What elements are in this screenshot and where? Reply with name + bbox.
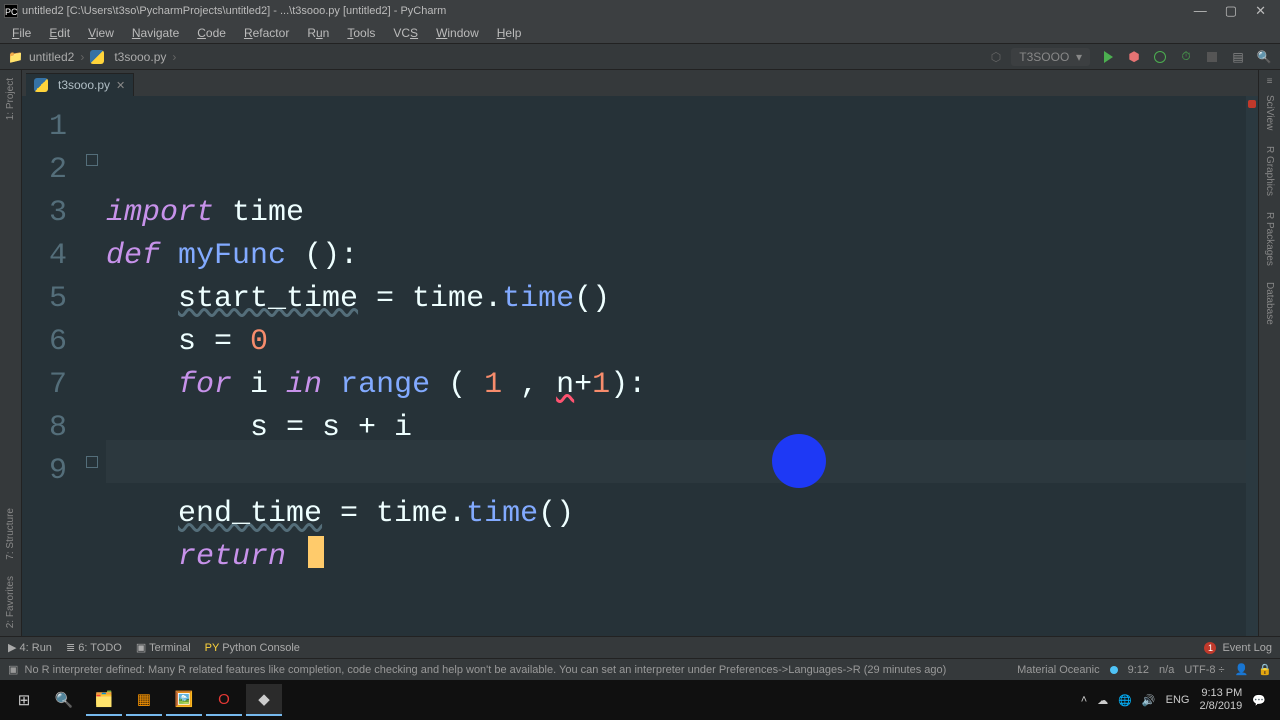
tool-structure[interactable]: 7: Structure — [5, 500, 16, 568]
editor-tabs: t3sooo.py ✕ — [22, 70, 1258, 96]
task-pycharm[interactable]: ◆ — [246, 684, 282, 716]
menu-help[interactable]: Help — [491, 24, 528, 42]
folder-icon: 📁 — [8, 50, 23, 64]
tool-project[interactable]: 1: Project — [5, 70, 16, 128]
menu-bar: File Edit View Navigate Code Refactor Ru… — [0, 22, 1280, 44]
editor-column: t3sooo.py ✕ 1 2 3 4 5 6 7 8 9 import tim… — [22, 70, 1258, 636]
minimize-button[interactable]: — — [1194, 3, 1207, 19]
tray-volume-icon[interactable]: 🔊 — [1142, 694, 1156, 707]
run-config-selector[interactable]: T3SOOO ▾ — [1011, 48, 1090, 66]
task-opera[interactable]: O — [206, 684, 242, 716]
menu-edit[interactable]: Edit — [43, 24, 76, 42]
theme-indicator-icon — [1110, 666, 1118, 674]
menu-navigate[interactable]: Navigate — [126, 24, 185, 42]
tool-pyconsole[interactable]: PY Python Console — [205, 642, 300, 654]
tool-window-toggle-icon[interactable]: ▣ — [8, 663, 18, 676]
tool-run[interactable]: ▶ 4: Run — [8, 641, 52, 654]
run-button[interactable] — [1100, 49, 1116, 65]
file-encoding[interactable]: UTF-8 ÷ — [1184, 664, 1224, 676]
text-caret — [308, 536, 324, 568]
tool-database[interactable]: Database — [1264, 274, 1275, 333]
python-file-icon — [90, 50, 104, 64]
menu-vcs[interactable]: VCS — [387, 24, 424, 42]
nav-row: 📁 untitled2 › t3sooo.py › ⬡ T3SOOO ▾ ⬢ ⏱… — [0, 44, 1280, 70]
tool-rgraphics[interactable]: R Graphics — [1264, 138, 1275, 204]
close-tab-icon[interactable]: ✕ — [116, 79, 125, 92]
menu-window[interactable]: Window — [430, 24, 485, 42]
code-editor[interactable]: 1 2 3 4 5 6 7 8 9 import time def myFunc… — [22, 96, 1258, 636]
breadcrumb-project[interactable]: untitled2 — [29, 50, 74, 64]
current-line-highlight — [106, 440, 1246, 483]
coverage-button[interactable] — [1152, 49, 1168, 65]
tray-language[interactable]: ENG — [1166, 694, 1190, 706]
menu-refactor[interactable]: Refactor — [238, 24, 295, 42]
theme-label[interactable]: Material Oceanic — [1017, 664, 1100, 676]
window-title: untitled2 [C:\Users\t3so\PycharmProjects… — [22, 5, 446, 17]
maximize-button[interactable]: ▢ — [1225, 3, 1237, 19]
tool-favorites[interactable]: 2: Favorites — [5, 568, 16, 636]
tool-rpackages[interactable]: R Packages — [1264, 204, 1275, 274]
error-stripe[interactable] — [1246, 96, 1258, 636]
inspections-icon[interactable]: 👤 — [1235, 663, 1249, 676]
fold-column — [82, 96, 106, 636]
tool-sciview[interactable]: SciView — [1264, 87, 1275, 138]
status-message: No R interpreter defined: Many R related… — [25, 664, 947, 676]
lock-icon[interactable]: 🔒 — [1258, 663, 1272, 676]
mouse-cursor-indicator — [772, 434, 826, 488]
python-file-icon — [34, 78, 48, 92]
search-everywhere-button[interactable]: 🔍 — [1256, 49, 1272, 65]
caret-position[interactable]: 9:12 — [1128, 664, 1149, 676]
collapse-icon[interactable]: ≡ — [1267, 70, 1273, 87]
tray-chevron-icon[interactable]: ˄ — [1081, 694, 1087, 706]
error-stripe-marker[interactable] — [1248, 100, 1256, 108]
code-content[interactable]: import time def myFunc (): start_time = … — [106, 96, 1246, 636]
event-log-button[interactable]: Event Log — [1222, 642, 1272, 654]
profile-button[interactable]: ⏱ — [1178, 49, 1194, 65]
start-button[interactable]: ⊞ — [6, 684, 42, 716]
tray-network-icon[interactable]: 🌐 — [1118, 694, 1132, 707]
tray-onedrive-icon[interactable]: ☁ — [1097, 694, 1108, 707]
fold-marker-icon[interactable] — [86, 456, 98, 468]
tab-label: t3sooo.py — [58, 78, 110, 92]
line-gutter: 1 2 3 4 5 6 7 8 9 — [22, 96, 82, 636]
taskbar-clock[interactable]: 9:13 PM 2/8/2019 — [1199, 687, 1242, 713]
window-titlebar: PC untitled2 [C:\Users\t3so\PycharmProje… — [0, 0, 1280, 22]
pycharm-logo-icon: PC — [4, 4, 18, 18]
search-button[interactable]: 🔍 — [46, 684, 82, 716]
left-tool-stripe: 1: Project 7: Structure 2: Favorites — [0, 70, 22, 636]
notifications-button[interactable]: 💬 — [1252, 694, 1266, 707]
right-tool-stripe: ≡ SciView R Graphics R Packages Database — [1258, 70, 1280, 636]
menu-code[interactable]: Code — [191, 24, 232, 42]
menu-view[interactable]: View — [82, 24, 120, 42]
breadcrumb-file[interactable]: t3sooo.py — [114, 50, 166, 64]
menu-tools[interactable]: Tools — [341, 24, 381, 42]
chevron-icon: › — [172, 50, 176, 64]
python-logo-icon: ⬡ — [991, 50, 1001, 64]
task-sublime[interactable]: ▦ — [126, 684, 162, 716]
event-log-error-icon: 1 — [1204, 642, 1216, 654]
main-area: 1: Project 7: Structure 2: Favorites t3s… — [0, 70, 1280, 636]
chevron-icon: › — [80, 50, 84, 64]
task-app1[interactable]: 🖼️ — [166, 684, 202, 716]
menu-run[interactable]: Run — [301, 24, 335, 42]
layout-button[interactable]: ▤ — [1230, 49, 1246, 65]
editor-tab[interactable]: t3sooo.py ✕ — [26, 73, 134, 96]
line-separator[interactable]: n/a — [1159, 664, 1174, 676]
windows-taskbar: ⊞ 🔍 🗂️ ▦ 🖼️ O ◆ ˄ ☁ 🌐 🔊 ENG 9:13 PM 2/8/… — [0, 680, 1280, 720]
debug-button[interactable]: ⬢ — [1126, 49, 1142, 65]
stop-button[interactable] — [1204, 49, 1220, 65]
close-button[interactable]: ✕ — [1255, 3, 1266, 19]
menu-file[interactable]: File — [6, 24, 37, 42]
task-explorer[interactable]: 🗂️ — [86, 684, 122, 716]
fold-marker-icon[interactable] — [86, 154, 98, 166]
